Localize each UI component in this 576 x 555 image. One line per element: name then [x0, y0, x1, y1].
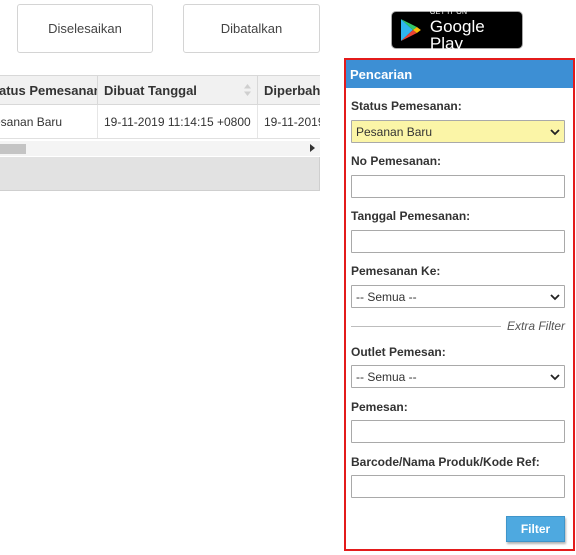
table-cell: 19-11-2019: [258, 105, 320, 138]
column-header-label: Dibuat Tanggal: [104, 82, 197, 98]
table-cell: Pesanan Baru: [0, 105, 98, 138]
sort-icon: [244, 84, 251, 96]
filter-button[interactable]: Filter: [506, 516, 565, 542]
order-status-label: Status Pemesanan:: [351, 99, 462, 113]
order-to-value: -- Semua --: [356, 289, 417, 304]
order-date-label: Tanggal Pemesanan:: [351, 209, 471, 223]
outlet-select[interactable]: -- Semua --: [351, 365, 565, 388]
badge-small-text: GET IT ON: [429, 8, 468, 16]
column-header-label: Diperbaharui: [264, 82, 320, 98]
diselesaikan-button[interactable]: Diselesaikan: [17, 4, 153, 53]
extra-filter-label: Extra Filter: [506, 319, 565, 333]
order-no-label: No Pemesanan:: [351, 154, 442, 168]
badge-big-text: Google Play: [429, 16, 485, 53]
divider-line: [351, 325, 501, 327]
outlet-label: Outlet Pemesan:: [351, 345, 446, 359]
extra-filter-divider: Extra Filter: [351, 319, 565, 333]
order-date-input[interactable]: [351, 230, 565, 253]
outlet-value: -- Semua --: [356, 369, 417, 384]
table-row[interactable]: Pesanan Baru 19-11-2019 11:14:15 +0800 1…: [0, 105, 320, 139]
chevron-down-icon: [550, 373, 560, 380]
table-footer: [0, 157, 320, 191]
search-panel-title: Pencarian: [346, 60, 573, 88]
order-no-input[interactable]: [351, 175, 565, 198]
barcode-input[interactable]: [351, 475, 565, 498]
order-to-select[interactable]: -- Semua --: [351, 285, 565, 308]
google-play-icon: [400, 19, 421, 41]
chevron-down-icon: [550, 128, 560, 135]
order-status-select[interactable]: Pesanan Baru: [351, 120, 565, 143]
search-panel: Pencarian Status Pemesanan: Pesanan Baru…: [344, 58, 575, 551]
horizontal-scrollbar[interactable]: [0, 141, 320, 156]
order-to-label: Pemesanan Ke:: [351, 264, 441, 278]
order-status-value: Pesanan Baru: [356, 124, 433, 139]
column-header-label: Status Pemesanan: [0, 82, 98, 98]
barcode-label: Barcode/Nama Produk/Kode Ref:: [351, 455, 540, 469]
customer-input[interactable]: [351, 420, 565, 443]
column-header-created[interactable]: Dibuat Tanggal: [98, 76, 258, 104]
customer-label: Pemesan:: [351, 400, 408, 414]
column-header-updated[interactable]: Diperbaharui: [258, 76, 320, 104]
scrollbar-thumb[interactable]: [0, 144, 26, 154]
google-play-badge[interactable]: GET IT ON Google Play: [391, 8, 523, 53]
column-header-status[interactable]: Status Pemesanan: [0, 76, 98, 104]
table-cell: 19-11-2019 11:14:15 +0800: [98, 105, 258, 138]
scroll-right-arrow-icon[interactable]: [310, 144, 315, 152]
dibatalkan-button[interactable]: Dibatalkan: [183, 4, 320, 53]
orders-table: Status Pemesanan Dibuat Tanggal Diperbah…: [0, 75, 320, 192]
chevron-down-icon: [550, 293, 560, 300]
table-header: Status Pemesanan Dibuat Tanggal Diperbah…: [0, 75, 320, 105]
